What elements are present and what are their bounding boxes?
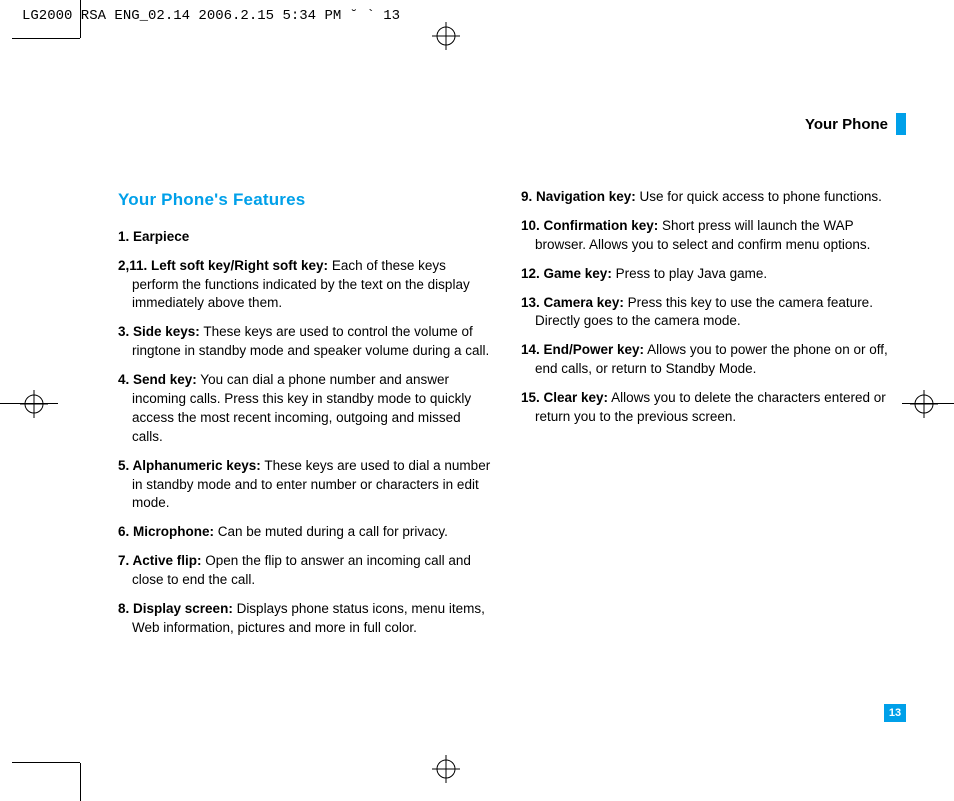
section-header: Your Phone [805,113,906,135]
crop-mark [80,763,81,801]
crop-mark [80,0,81,38]
feature-item: 10. Confirmation key: Short press will l… [521,217,894,255]
feature-item: 4. Send key: You can dial a phone number… [118,371,491,447]
registration-mark-icon [432,755,460,783]
feature-item: 9. Navigation key: Use for quick access … [521,188,894,207]
registration-mark-icon [20,390,48,418]
feature-item: 8. Display screen: Displays phone status… [118,600,491,638]
feature-item: 3. Side keys: These keys are used to con… [118,323,491,361]
feature-item: 7. Active flip: Open the flip to answer … [118,552,491,590]
content-area: Your Phone's Features 1. Earpiece 2,11. L… [118,188,894,648]
right-column: 9. Navigation key: Use for quick access … [521,188,894,648]
crop-mark [12,762,80,763]
feature-item: 13. Camera key: Press this key to use th… [521,294,894,332]
page-title: Your Phone's Features [118,188,491,212]
registration-mark-icon [432,22,460,50]
left-column: Your Phone's Features 1. Earpiece 2,11. L… [118,188,491,648]
page-number: 13 [884,704,906,722]
section-header-accent [896,113,906,135]
crop-mark [902,403,954,404]
feature-item: 2,11. Left soft key/Right soft key: Each… [118,257,491,314]
feature-item: 12. Game key: Press to play Java game. [521,265,894,284]
feature-item: 1. Earpiece [118,228,491,247]
section-header-label: Your Phone [805,116,888,133]
feature-item: 15. Clear key: Allows you to delete the … [521,389,894,427]
registration-mark-icon [910,390,938,418]
crop-mark [0,403,58,404]
file-info: LG2000 RSA ENG_02.14 2006.2.15 5:34 PM ˘… [22,8,400,24]
crop-mark [12,38,80,39]
feature-item: 6. Microphone: Can be muted during a cal… [118,523,491,542]
feature-item: 5. Alphanumeric keys: These keys are use… [118,457,491,514]
feature-item: 14. End/Power key: Allows you to power t… [521,341,894,379]
